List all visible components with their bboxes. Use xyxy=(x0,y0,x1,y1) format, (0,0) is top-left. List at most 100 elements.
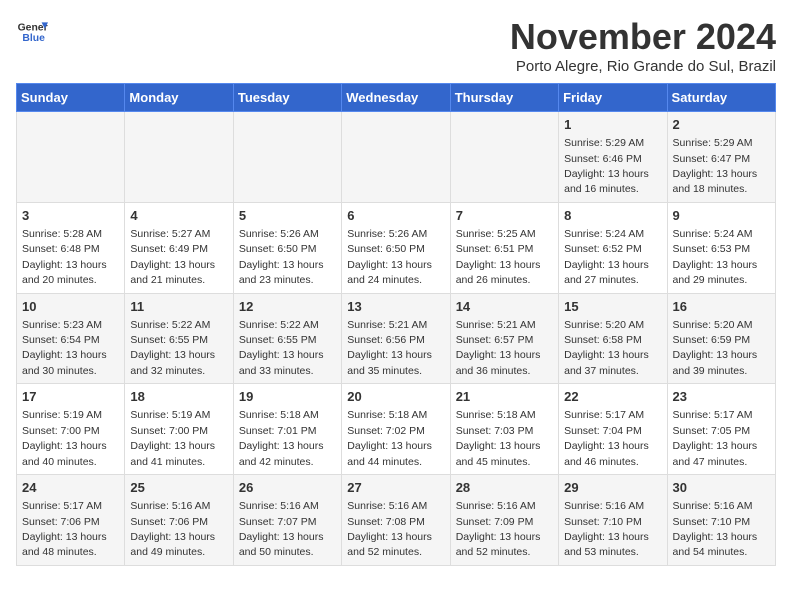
day-number: 3 xyxy=(22,207,119,225)
week-row-1: 1 Sunrise: 5:29 AM Sunset: 6:46 PM Daylig… xyxy=(17,112,776,203)
day-number: 24 xyxy=(22,479,119,497)
day-number: 27 xyxy=(347,479,444,497)
day-number: 7 xyxy=(456,207,553,225)
day-cell: 17 Sunrise: 5:19 AM Sunset: 7:00 PM Dayli… xyxy=(17,384,125,475)
week-row-3: 10Sunrise: 5:23 AM Sunset: 6:54 PM Dayli… xyxy=(17,293,776,384)
day-cell: 15Sunrise: 5:20 AM Sunset: 6:58 PM Dayli… xyxy=(559,293,667,384)
day-number: 21 xyxy=(456,388,553,406)
day-cell: 21 Sunrise: 5:18 AM Sunset: 7:03 PM Dayli… xyxy=(450,384,558,475)
day-cell: 10Sunrise: 5:23 AM Sunset: 6:54 PM Dayli… xyxy=(17,293,125,384)
day-info: Sunrise: 5:17 AM Sunset: 7:04 PM Dayligh… xyxy=(564,409,649,467)
day-number: 10 xyxy=(22,298,119,316)
day-cell xyxy=(450,112,558,203)
day-number: 9 xyxy=(673,207,770,225)
day-cell xyxy=(17,112,125,203)
day-number: 29 xyxy=(564,479,661,497)
day-info: Sunrise: 5:21 AM Sunset: 6:57 PM Dayligh… xyxy=(456,319,541,377)
col-header-thursday: Thursday xyxy=(450,84,558,112)
calendar-table: SundayMondayTuesdayWednesdayThursdayFrid… xyxy=(16,83,776,566)
day-cell: 30 Sunrise: 5:16 AM Sunset: 7:10 PM Dayli… xyxy=(667,475,775,566)
week-row-2: 3 Sunrise: 5:28 AM Sunset: 6:48 PM Daylig… xyxy=(17,202,776,293)
day-cell xyxy=(233,112,341,203)
day-cell: 3 Sunrise: 5:28 AM Sunset: 6:48 PM Daylig… xyxy=(17,202,125,293)
day-cell: 8Sunrise: 5:24 AM Sunset: 6:52 PM Daylig… xyxy=(559,202,667,293)
day-info: Sunrise: 5:22 AM Sunset: 6:55 PM Dayligh… xyxy=(130,319,215,377)
day-cell: 6 Sunrise: 5:26 AM Sunset: 6:50 PM Daylig… xyxy=(342,202,450,293)
day-number: 14 xyxy=(456,298,553,316)
day-info: Sunrise: 5:21 AM Sunset: 6:56 PM Dayligh… xyxy=(347,319,432,377)
day-info: Sunrise: 5:19 AM Sunset: 7:00 PM Dayligh… xyxy=(22,409,107,467)
day-number: 26 xyxy=(239,479,336,497)
day-number: 13 xyxy=(347,298,444,316)
day-number: 5 xyxy=(239,207,336,225)
day-info: Sunrise: 5:26 AM Sunset: 6:50 PM Dayligh… xyxy=(347,228,432,286)
subtitle: Porto Alegre, Rio Grande do Sul, Brazil xyxy=(510,58,776,75)
day-info: Sunrise: 5:26 AM Sunset: 6:50 PM Dayligh… xyxy=(239,228,324,286)
day-info: Sunrise: 5:17 AM Sunset: 7:05 PM Dayligh… xyxy=(673,409,758,467)
day-info: Sunrise: 5:20 AM Sunset: 6:59 PM Dayligh… xyxy=(673,319,758,377)
day-info: Sunrise: 5:25 AM Sunset: 6:51 PM Dayligh… xyxy=(456,228,541,286)
col-header-monday: Monday xyxy=(125,84,233,112)
day-cell: 5 Sunrise: 5:26 AM Sunset: 6:50 PM Daylig… xyxy=(233,202,341,293)
header: General Blue November 2024 Porto Alegre,… xyxy=(16,16,776,75)
day-cell: 2Sunrise: 5:29 AM Sunset: 6:47 PM Daylig… xyxy=(667,112,775,203)
col-header-saturday: Saturday xyxy=(667,84,775,112)
day-number: 18 xyxy=(130,388,227,406)
day-info: Sunrise: 5:17 AM Sunset: 7:06 PM Dayligh… xyxy=(22,500,107,558)
day-cell: 19 Sunrise: 5:18 AM Sunset: 7:01 PM Dayli… xyxy=(233,384,341,475)
day-number: 22 xyxy=(564,388,661,406)
day-number: 30 xyxy=(673,479,770,497)
day-info: Sunrise: 5:16 AM Sunset: 7:07 PM Dayligh… xyxy=(239,500,324,558)
day-cell: 9Sunrise: 5:24 AM Sunset: 6:53 PM Daylig… xyxy=(667,202,775,293)
day-cell: 29 Sunrise: 5:16 AM Sunset: 7:10 PM Dayli… xyxy=(559,475,667,566)
title-block: November 2024 Porto Alegre, Rio Grande d… xyxy=(510,16,776,75)
day-cell: 16 Sunrise: 5:20 AM Sunset: 6:59 PM Dayli… xyxy=(667,293,775,384)
day-cell: 1 Sunrise: 5:29 AM Sunset: 6:46 PM Daylig… xyxy=(559,112,667,203)
day-number: 19 xyxy=(239,388,336,406)
day-cell: 20Sunrise: 5:18 AM Sunset: 7:02 PM Dayli… xyxy=(342,384,450,475)
day-cell: 28Sunrise: 5:16 AM Sunset: 7:09 PM Dayli… xyxy=(450,475,558,566)
col-header-friday: Friday xyxy=(559,84,667,112)
day-number: 11 xyxy=(130,298,227,316)
day-info: Sunrise: 5:20 AM Sunset: 6:58 PM Dayligh… xyxy=(564,319,649,377)
day-info: Sunrise: 5:22 AM Sunset: 6:55 PM Dayligh… xyxy=(239,319,324,377)
day-info: Sunrise: 5:29 AM Sunset: 6:47 PM Dayligh… xyxy=(673,137,758,195)
day-info: Sunrise: 5:18 AM Sunset: 7:03 PM Dayligh… xyxy=(456,409,541,467)
day-info: Sunrise: 5:16 AM Sunset: 7:09 PM Dayligh… xyxy=(456,500,541,558)
day-number: 23 xyxy=(673,388,770,406)
day-cell: 4 Sunrise: 5:27 AM Sunset: 6:49 PM Daylig… xyxy=(125,202,233,293)
day-cell: 24 Sunrise: 5:17 AM Sunset: 7:06 PM Dayli… xyxy=(17,475,125,566)
col-header-tuesday: Tuesday xyxy=(233,84,341,112)
day-cell: 26 Sunrise: 5:16 AM Sunset: 7:07 PM Dayli… xyxy=(233,475,341,566)
col-header-sunday: Sunday xyxy=(17,84,125,112)
logo-icon: General Blue xyxy=(16,16,48,48)
day-cell: 25Sunrise: 5:16 AM Sunset: 7:06 PM Dayli… xyxy=(125,475,233,566)
day-number: 17 xyxy=(22,388,119,406)
main-title: November 2024 xyxy=(510,16,776,58)
day-number: 12 xyxy=(239,298,336,316)
day-number: 4 xyxy=(130,207,227,225)
logo: General Blue xyxy=(16,16,48,48)
day-cell: 12 Sunrise: 5:22 AM Sunset: 6:55 PM Dayli… xyxy=(233,293,341,384)
day-number: 1 xyxy=(564,116,661,134)
day-number: 16 xyxy=(673,298,770,316)
week-row-5: 24 Sunrise: 5:17 AM Sunset: 7:06 PM Dayli… xyxy=(17,475,776,566)
day-info: Sunrise: 5:29 AM Sunset: 6:46 PM Dayligh… xyxy=(564,137,649,195)
day-number: 8 xyxy=(564,207,661,225)
day-cell: 14 Sunrise: 5:21 AM Sunset: 6:57 PM Dayli… xyxy=(450,293,558,384)
day-info: Sunrise: 5:18 AM Sunset: 7:01 PM Dayligh… xyxy=(239,409,324,467)
day-info: Sunrise: 5:28 AM Sunset: 6:48 PM Dayligh… xyxy=(22,228,107,286)
day-info: Sunrise: 5:27 AM Sunset: 6:49 PM Dayligh… xyxy=(130,228,215,286)
day-info: Sunrise: 5:19 AM Sunset: 7:00 PM Dayligh… xyxy=(130,409,215,467)
day-cell: 7 Sunrise: 5:25 AM Sunset: 6:51 PM Daylig… xyxy=(450,202,558,293)
day-number: 6 xyxy=(347,207,444,225)
day-cell: 18 Sunrise: 5:19 AM Sunset: 7:00 PM Dayli… xyxy=(125,384,233,475)
day-cell: 13 Sunrise: 5:21 AM Sunset: 6:56 PM Dayli… xyxy=(342,293,450,384)
day-cell: 11 Sunrise: 5:22 AM Sunset: 6:55 PM Dayli… xyxy=(125,293,233,384)
day-info: Sunrise: 5:16 AM Sunset: 7:10 PM Dayligh… xyxy=(564,500,649,558)
col-header-wednesday: Wednesday xyxy=(342,84,450,112)
day-info: Sunrise: 5:18 AM Sunset: 7:02 PM Dayligh… xyxy=(347,409,432,467)
day-info: Sunrise: 5:16 AM Sunset: 7:10 PM Dayligh… xyxy=(673,500,758,558)
day-number: 25 xyxy=(130,479,227,497)
day-cell: 22 Sunrise: 5:17 AM Sunset: 7:04 PM Dayli… xyxy=(559,384,667,475)
